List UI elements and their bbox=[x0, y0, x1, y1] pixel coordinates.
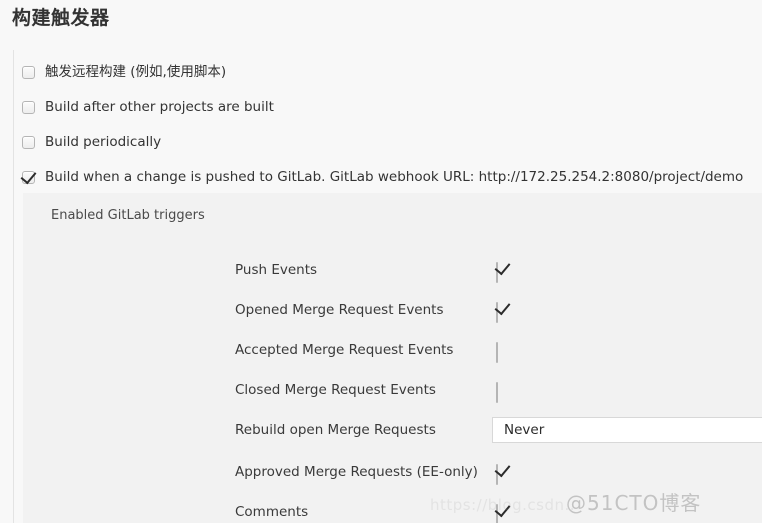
trigger-row-build-on-gitlab-push[interactable]: Build when a change is pushed to GitLab.… bbox=[22, 166, 743, 188]
trigger-label-build-after-other-projects: Build after other projects are built bbox=[45, 99, 274, 115]
option-label-rebuild-open-merge-requests: Rebuild open Merge Requests bbox=[235, 422, 436, 438]
option-row-comments: Comments bbox=[23, 497, 762, 523]
option-label-accepted-merge-request-events: Accepted Merge Request Events bbox=[235, 342, 454, 358]
option-control-accepted-merge-request-events[interactable] bbox=[496, 342, 498, 363]
checkbox-push-events[interactable] bbox=[496, 262, 498, 283]
option-control-approved-merge-requests[interactable] bbox=[496, 464, 498, 485]
option-row-accepted-merge-request-events: Accepted Merge Request Events bbox=[23, 335, 762, 365]
option-control-opened-merge-request-events[interactable] bbox=[496, 302, 498, 323]
option-label-closed-merge-request-events: Closed Merge Request Events bbox=[235, 382, 436, 398]
checkbox-build-on-gitlab-push[interactable] bbox=[22, 170, 35, 184]
checkbox-comments[interactable] bbox=[496, 504, 498, 523]
option-row-opened-merge-request-events: Opened Merge Request Events bbox=[23, 295, 762, 325]
option-control-comments[interactable] bbox=[496, 504, 498, 523]
option-label-comments: Comments bbox=[235, 504, 309, 520]
option-row-rebuild-open-merge-requests: Rebuild open Merge Requests Never bbox=[23, 415, 762, 445]
checkbox-build-periodically[interactable] bbox=[22, 135, 35, 149]
option-label-opened-merge-request-events: Opened Merge Request Events bbox=[235, 302, 444, 318]
checkbox-accepted-merge-request-events[interactable] bbox=[496, 342, 498, 363]
option-control-push-events[interactable] bbox=[496, 262, 498, 283]
checkbox-approved-merge-requests[interactable] bbox=[496, 464, 498, 485]
build-triggers-page: 构建触发器 触发远程构建 (例如,使用脚本) Build after other… bbox=[0, 0, 762, 523]
trigger-label-build-on-gitlab-push: Build when a change is pushed to GitLab.… bbox=[45, 169, 744, 185]
checkbox-trigger-remote-build[interactable] bbox=[22, 65, 35, 79]
option-row-approved-merge-requests: Approved Merge Requests (EE-only) bbox=[23, 457, 762, 487]
checkbox-opened-merge-request-events[interactable] bbox=[496, 302, 498, 323]
option-row-closed-merge-request-events: Closed Merge Request Events bbox=[23, 375, 762, 405]
page-title: 构建触发器 bbox=[12, 7, 110, 29]
trigger-label-remote-build: 触发远程构建 (例如,使用脚本) bbox=[45, 64, 227, 80]
option-label-approved-merge-requests: Approved Merge Requests (EE-only) bbox=[235, 464, 478, 480]
trigger-row-build-after-other-projects[interactable]: Build after other projects are built bbox=[22, 96, 274, 118]
trigger-section: 触发远程构建 (例如,使用脚本) Build after other proje… bbox=[13, 50, 762, 523]
select-rebuild-open-merge-requests[interactable]: Never bbox=[492, 417, 762, 443]
option-control-closed-merge-request-events[interactable] bbox=[496, 382, 498, 403]
trigger-row-remote-build[interactable]: 触发远程构建 (例如,使用脚本) bbox=[22, 61, 226, 83]
option-row-push-events: Push Events bbox=[23, 255, 762, 285]
trigger-label-build-periodically: Build periodically bbox=[45, 134, 162, 150]
checkbox-closed-merge-request-events[interactable] bbox=[496, 382, 498, 403]
checkbox-build-after-other-projects[interactable] bbox=[22, 100, 35, 114]
enabled-gitlab-triggers-label: Enabled GitLab triggers bbox=[51, 208, 205, 223]
option-label-push-events: Push Events bbox=[235, 262, 318, 278]
trigger-row-build-periodically[interactable]: Build periodically bbox=[22, 131, 161, 153]
enabled-gitlab-triggers-panel: Enabled GitLab triggers Push Events Open… bbox=[23, 193, 762, 523]
